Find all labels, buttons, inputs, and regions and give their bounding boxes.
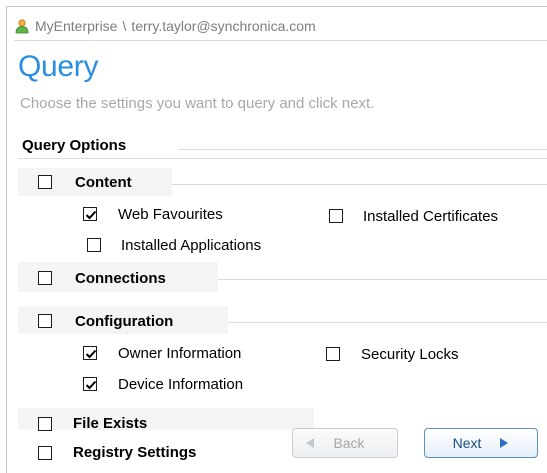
- arrow-right-icon: [500, 438, 509, 448]
- content-rule: [172, 184, 547, 185]
- installed-certificates-label: Installed Certificates: [363, 208, 499, 225]
- user-icon: [14, 18, 30, 34]
- breadcrumb-org[interactable]: MyEnterprise: [35, 18, 117, 34]
- registry-settings-checkbox[interactable]: [38, 446, 52, 460]
- installed-applications-checkbox[interactable]: [87, 238, 101, 252]
- file-exists-checkbox[interactable]: [38, 417, 52, 431]
- owner-information-checkbox[interactable]: [83, 346, 97, 360]
- check-icon: [85, 380, 97, 390]
- breadcrumb-separator: \: [122, 18, 127, 34]
- web-favourites-label: Web Favourites: [118, 206, 223, 223]
- installed-certificates-checkbox[interactable]: [329, 209, 343, 223]
- connections-checkbox[interactable]: [38, 271, 52, 285]
- query-options-underline: [18, 158, 547, 159]
- connections-rule: [218, 279, 547, 280]
- breadcrumb-user[interactable]: terry.taylor@synchronica.com: [131, 18, 315, 34]
- query-options-rule: [178, 149, 547, 150]
- security-locks-checkbox[interactable]: [326, 347, 340, 361]
- page-subtitle: Choose the settings you want to query an…: [20, 95, 375, 112]
- content-checkbox[interactable]: [38, 175, 52, 189]
- next-button-label: Next: [452, 435, 482, 451]
- configuration-label: Configuration: [75, 313, 174, 330]
- check-icon: [85, 349, 97, 359]
- owner-information-label: Owner Information: [118, 345, 242, 362]
- back-button-label: Back: [333, 435, 365, 451]
- query-options-title: Query Options: [22, 137, 127, 154]
- file-exists-label: File Exists: [73, 415, 148, 432]
- installed-applications-label: Installed Applications: [121, 237, 262, 254]
- content-label: Content: [75, 174, 132, 191]
- breadcrumb-divider: [14, 40, 547, 41]
- device-information-checkbox[interactable]: [83, 377, 97, 391]
- arrow-left-icon: [306, 438, 315, 448]
- connections-label: Connections: [75, 270, 166, 287]
- page-title: Query: [18, 50, 99, 83]
- file-exists-band: [18, 408, 314, 430]
- breadcrumb: MyEnterprise \ terry.taylor@synchronica.…: [14, 16, 316, 36]
- next-button[interactable]: Next: [424, 428, 538, 458]
- configuration-checkbox[interactable]: [38, 314, 52, 328]
- query-options-header: Query Options: [22, 137, 126, 154]
- security-locks-label: Security Locks: [361, 346, 459, 363]
- web-favourites-checkbox[interactable]: [83, 207, 97, 221]
- check-icon: [85, 210, 97, 220]
- configuration-rule: [228, 322, 547, 323]
- device-information-label: Device Information: [118, 376, 244, 393]
- back-button[interactable]: Back: [292, 428, 398, 458]
- registry-settings-label: Registry Settings: [73, 444, 197, 461]
